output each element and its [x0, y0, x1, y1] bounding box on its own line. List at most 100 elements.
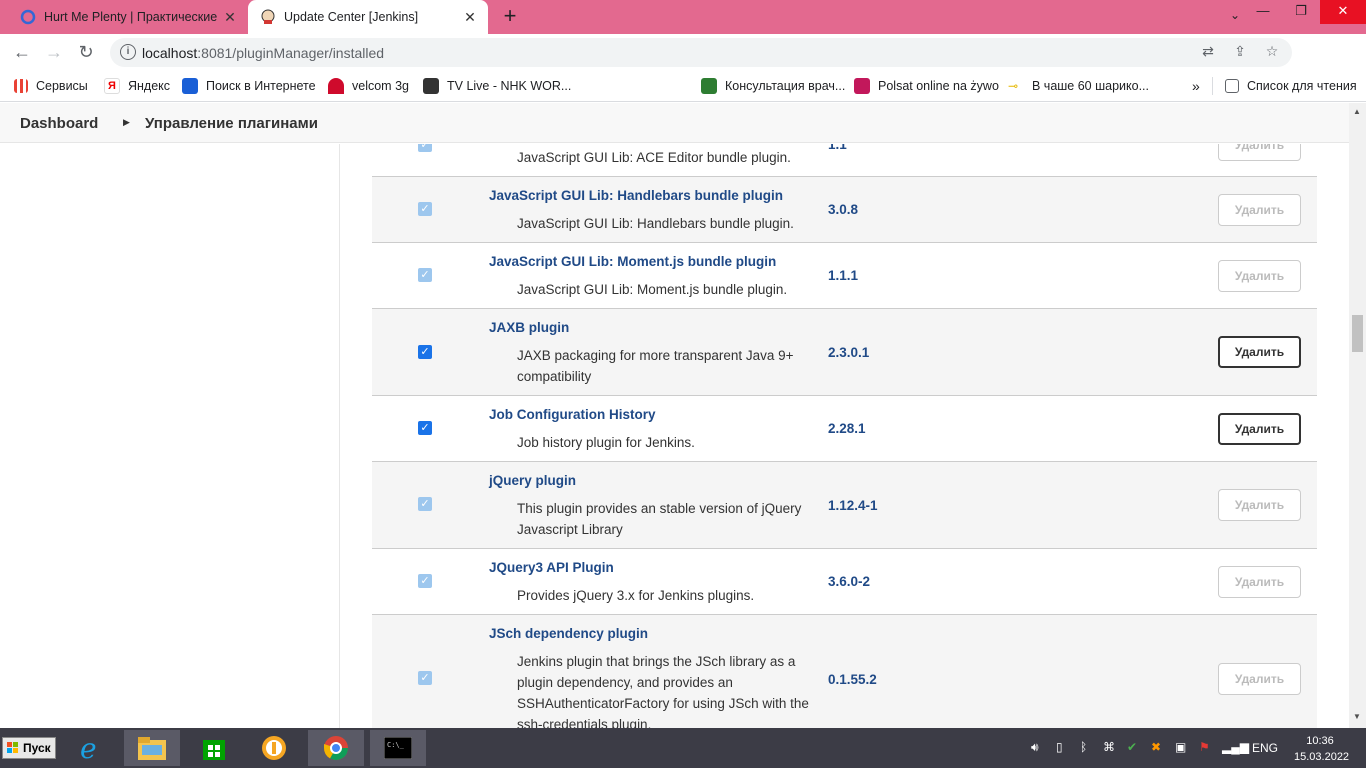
input-language[interactable]: ENG	[1252, 741, 1278, 755]
new-tab-button[interactable]: +	[498, 5, 522, 29]
bookmarks-bar: Сервисы Я Яндекс Поиск в Интернете velco…	[0, 70, 1366, 102]
plugin-description: JavaScript GUI Lib: Handlebars bundle pl…	[517, 216, 794, 231]
bookmark-search[interactable]: Поиск в Интернете	[182, 77, 316, 95]
reload-icon[interactable]: ↻	[74, 40, 98, 64]
scroll-down-icon[interactable]: ▼	[1353, 712, 1361, 721]
bookmark-services[interactable]: Сервисы	[14, 77, 88, 95]
taskbar-cmd[interactable]: C:\_	[370, 730, 426, 766]
table-row: ✓ JavaScript GUI Lib: Handlebars bundle …	[372, 177, 1317, 243]
plugin-name-link[interactable]: Job Configuration History	[489, 407, 656, 422]
start-button[interactable]: Пуск	[2, 737, 56, 759]
uninstall-button[interactable]: Удалить	[1218, 144, 1301, 161]
scroll-up-icon[interactable]: ▲	[1353, 107, 1361, 116]
plugin-version[interactable]: 1.1	[828, 144, 847, 152]
apps-grid-icon	[14, 79, 28, 93]
bluetooth-icon[interactable]: ᛒ	[1080, 740, 1087, 754]
scrollbar-thumb[interactable]	[1352, 315, 1363, 352]
bookmark-nhk[interactable]: TV Live - NHK WOR...	[423, 77, 571, 95]
bookmark-yandex[interactable]: Я Яндекс	[104, 77, 170, 95]
browser-tab-1[interactable]: Hurt Me Plenty | Практические з ✕	[8, 0, 248, 34]
uninstall-button[interactable]: Удалить	[1218, 260, 1301, 292]
plugin-version[interactable]: 3.6.0-2	[828, 574, 870, 589]
plugin-name-link[interactable]: JAXB plugin	[489, 320, 569, 335]
network-app-icon[interactable]: ⌘	[1103, 740, 1115, 754]
back-icon[interactable]: ←	[10, 40, 34, 64]
internet-explorer-icon: e	[80, 734, 97, 762]
taskbar-store[interactable]	[186, 730, 242, 766]
close-tab-icon[interactable]: ✕	[460, 9, 480, 26]
reading-list[interactable]: Список для чтения	[1212, 77, 1357, 95]
bookmark-bowl[interactable]: ⊸ В чаше 60 шарико...	[1008, 77, 1149, 95]
browser-toolbar: ← → ↻ i localhost:8081/pluginManager/ins…	[0, 34, 1366, 98]
restore-icon[interactable]: ❐	[1282, 0, 1320, 24]
windows-taskbar: Пуск e C:\_ 🔊︎ ▯ ᛒ ⌘ ✔ ✖ ▣ ⚑ ▂▄▆ ENG 10:…	[0, 728, 1366, 768]
plugin-version[interactable]: 2.28.1	[828, 421, 866, 436]
volume-icon[interactable]: 🔊︎	[1031, 740, 1039, 755]
plugin-name-link[interactable]: jQuery plugin	[489, 473, 576, 488]
svg-text:e: e	[80, 734, 97, 762]
translate-icon[interactable]: ⇄	[1198, 43, 1218, 63]
window-controls: — ❐ ✕	[1244, 0, 1366, 34]
tab-search-icon[interactable]: ⌄	[1230, 8, 1240, 22]
taskbar-chrome[interactable]	[308, 730, 364, 766]
plugin-enable-checkbox[interactable]: ✓	[418, 345, 432, 359]
uninstall-button[interactable]: Удалить	[1218, 489, 1301, 521]
bookmark-velcom[interactable]: velcom 3g	[328, 77, 409, 95]
taskbar-explorer[interactable]	[124, 730, 180, 766]
plugin-enable-checkbox[interactable]: ✓	[418, 574, 432, 588]
plugin-version[interactable]: 2.3.0.1	[828, 345, 869, 360]
plugin-name-link[interactable]: JSch dependency plugin	[489, 626, 648, 641]
close-tab-icon[interactable]: ✕	[220, 9, 240, 26]
plugin-enable-checkbox[interactable]: ✓	[418, 144, 432, 152]
plugin-description: Job history plugin for Jenkins.	[517, 435, 695, 450]
table-row: ✓ JavaScript GUI Lib: Moment.js bundle p…	[372, 243, 1317, 309]
uninstall-button[interactable]: Удалить	[1218, 566, 1301, 598]
plugin-version[interactable]: 1.1.1	[828, 268, 858, 283]
taskbar-ie[interactable]: e	[62, 730, 118, 766]
url-text[interactable]: localhost:8081/pluginManager/installed	[142, 45, 384, 61]
plugin-version[interactable]: 0.1.55.2	[828, 672, 877, 687]
taskbar-app[interactable]	[246, 730, 302, 766]
bookmark-polsat[interactable]: Polsat online na żywo	[854, 77, 999, 95]
plugin-enable-checkbox[interactable]: ✓	[418, 268, 432, 282]
plugin-name-link[interactable]: JavaScript GUI Lib: Handlebars bundle pl…	[489, 188, 783, 203]
plugin-name-link[interactable]: JQuery3 API Plugin	[489, 560, 614, 575]
forward-icon[interactable]: →	[42, 40, 66, 64]
signal-icon[interactable]: ▂▄▆	[1222, 740, 1249, 754]
breadcrumb-dashboard[interactable]: Dashboard	[20, 115, 98, 132]
address-bar[interactable]: i localhost:8081/pluginManager/installed…	[110, 38, 1292, 67]
bookmark-doctor[interactable]: Консультация врач...	[701, 77, 845, 95]
uninstall-button[interactable]: Удалить	[1218, 336, 1301, 368]
site-info-icon[interactable]: i	[120, 44, 136, 60]
uninstall-button[interactable]: Удалить	[1218, 194, 1301, 226]
window-close-icon[interactable]: ✕	[1320, 0, 1366, 24]
tab-strip: Hurt Me Plenty | Практические з ✕ Update…	[0, 0, 1366, 34]
minimize-icon[interactable]: —	[1244, 0, 1282, 24]
plugin-enable-checkbox[interactable]: ✓	[418, 202, 432, 216]
bookmark-star-icon[interactable]: ☆	[1262, 43, 1282, 63]
more-bookmarks-icon[interactable]: »	[1192, 77, 1200, 95]
plugin-enable-checkbox[interactable]: ✓	[418, 421, 432, 435]
device-icon[interactable]: ▯	[1056, 740, 1063, 754]
browser-tab-2[interactable]: Update Center [Jenkins] ✕	[248, 0, 488, 34]
warning-tray-icon[interactable]: ✖	[1151, 740, 1161, 754]
system-clock[interactable]: 10:36 15.03.2022	[1294, 733, 1349, 765]
plugin-version[interactable]: 1.12.4-1	[828, 498, 878, 513]
plugin-enable-checkbox[interactable]: ✓	[418, 671, 432, 685]
breadcrumb-chevron-icon[interactable]: ▶	[123, 117, 130, 128]
check-shield-icon[interactable]: ✔	[1127, 740, 1137, 754]
plugin-description: JAXB packaging for more transparent Java…	[517, 348, 794, 384]
doctor-icon	[701, 78, 717, 94]
tab-title: Update Center [Jenkins]	[284, 10, 419, 24]
share-icon[interactable]: ⇪	[1230, 43, 1250, 63]
breadcrumb-plugin-manager[interactable]: Управление плагинами	[145, 115, 318, 132]
plugin-name-link[interactable]: JavaScript GUI Lib: Moment.js bundle plu…	[489, 254, 776, 269]
uninstall-button[interactable]: Удалить	[1218, 663, 1301, 695]
plugin-version[interactable]: 3.0.8	[828, 202, 858, 217]
uninstall-button[interactable]: Удалить	[1218, 413, 1301, 445]
plugin-enable-checkbox[interactable]: ✓	[418, 497, 432, 511]
reading-list-icon	[1225, 79, 1239, 93]
tray-app-icon[interactable]: ▣	[1175, 740, 1186, 754]
page-scrollbar[interactable]: ▲ ▼	[1349, 103, 1366, 728]
flag-alert-icon[interactable]: ⚑	[1199, 740, 1210, 754]
